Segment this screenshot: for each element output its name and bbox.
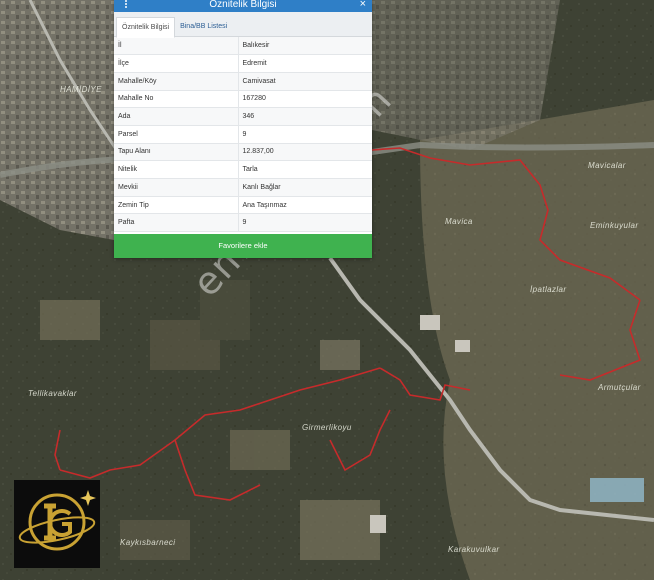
attr-key: Parsel [114,125,239,144]
solar-field [590,478,644,502]
attr-value: 346 [238,107,372,126]
map-label-mavicalar: Mavicalar [588,161,626,170]
attr-value: 12.837,00 [238,143,372,162]
attr-key: Ada [114,107,239,126]
map-label-mavica: Mavica [445,217,473,226]
table-row: Tapu Alanı 12.837,00 [114,143,372,162]
industrial-block [455,340,470,352]
table-row: Ada 346 [114,107,372,126]
panel-header: Öznitelik Bilgisi × [114,0,372,12]
attr-key: İlçe [114,54,239,73]
table-row: Pafta 9 [114,213,372,233]
attr-value: Edremit [238,54,372,73]
attr-key: Mahalle No [114,90,239,109]
attr-value: Tarla [238,160,372,179]
table-row: Zemin Tip Ana Taşınmaz [114,196,372,215]
table-row: Mahalle No 167280 [114,90,372,109]
attribute-table: İl Balıkesir İlçe Edremit Mahalle/Köy Camiv… [114,37,372,233]
map-label-girmerlikoyu: Girmerlikoyu [302,423,352,432]
attr-value: Camivasat [238,72,372,91]
kebab-menu-icon[interactable] [124,0,128,10]
attr-key: İl [114,37,239,56]
attribute-info-panel: Öznitelik Bilgisi × Öznitelik Bilgisi Bi… [114,0,372,258]
table-row: Parsel 9 [114,125,372,144]
close-icon[interactable]: × [360,0,366,10]
attr-value: 167280 [238,90,372,109]
industrial-block [370,515,386,533]
attr-key: Zemin Tip [114,196,239,215]
tab-building-list[interactable]: Bina/BB Listesi [175,17,232,36]
attr-value: 9 [238,213,372,233]
tab-attribute-info[interactable]: Öznitelik Bilgisi [116,17,176,38]
map-label-armutcular: Armutçular [597,383,641,392]
map-label-kaykisbarneci: Kaykısbarneci [120,538,175,547]
attr-value: Balıkesir [238,37,372,56]
table-row: Nitelik Tarla [114,160,372,179]
attr-value: Ana Taşınmaz [238,196,372,215]
industrial-block [420,315,440,330]
attr-key: Pafta [114,213,239,233]
panel-tabs: Öznitelik Bilgisi Bina/BB Listesi [114,12,372,38]
table-row: Mevkii Kanlı Bağlar [114,178,372,197]
table-row: Mahalle/Köy Camivasat [114,72,372,91]
attr-value: 9 [238,125,372,144]
map-label-tellikavaklar: Tellikavaklar [28,389,77,398]
table-row: İlçe Edremit [114,54,372,73]
attr-key: Mahalle/Köy [114,72,239,91]
globe-star-logo [14,480,100,568]
add-to-favorites-button[interactable]: Favorilere ekle [114,234,372,258]
attr-key: Mevkii [114,178,239,197]
map-label-ipatlazlar: İpatlazlar [530,285,566,294]
table-row: İl Balıkesir [114,37,372,56]
map-label-karakuvulkar: Karakuvulkar [448,545,500,554]
map-label-eminkuyular: Eminkuyular [590,221,638,230]
attr-value: Kanlı Bağlar [238,178,372,197]
panel-title: Öznitelik Bilgisi [209,0,277,10]
attr-key: Tapu Alanı [114,143,239,162]
attr-key: Nitelik [114,160,239,179]
map-label-hamidiye: HAMİDİYE [60,85,102,94]
